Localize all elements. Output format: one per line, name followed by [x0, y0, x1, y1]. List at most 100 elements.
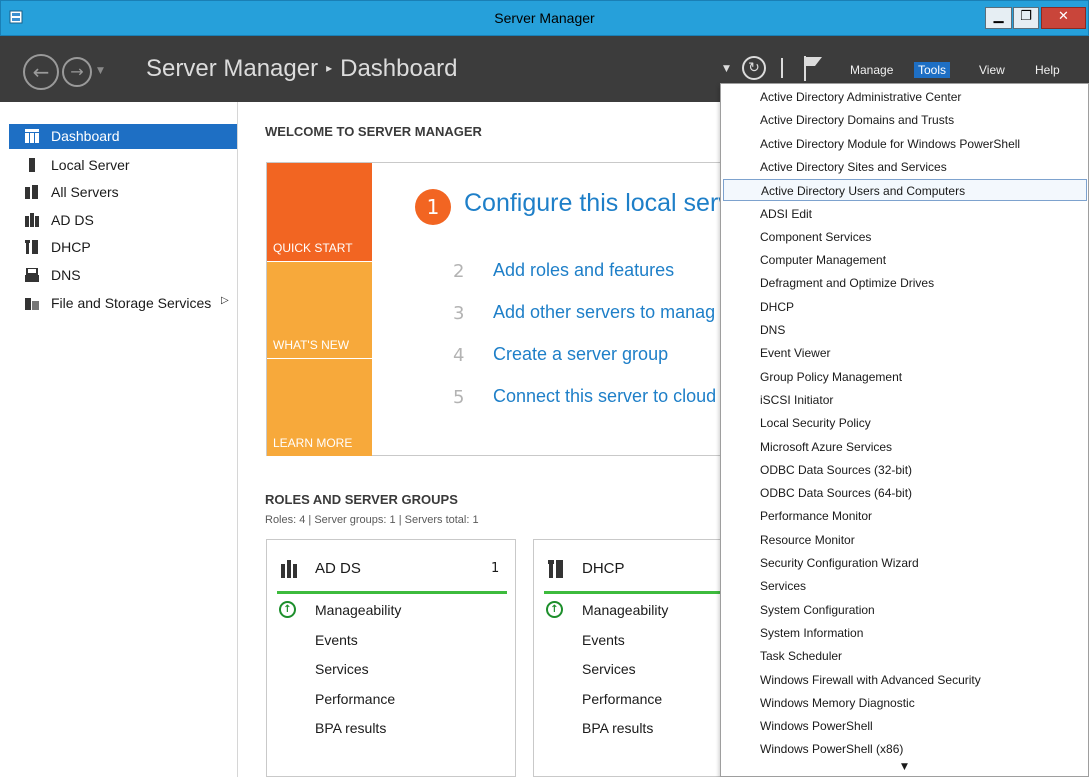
tools-menu-item[interactable]: Performance Monitor: [723, 505, 1087, 527]
breadcrumb-root[interactable]: Server Manager: [146, 55, 318, 82]
dns-icon: [25, 268, 39, 282]
roles-title: ROLES AND SERVER GROUPS: [265, 492, 458, 507]
tools-menu-item[interactable]: Microsoft Azure Services: [723, 436, 1087, 458]
tools-menu-item-label: iSCSI Initiator: [760, 392, 834, 407]
sidebar-item-all-servers[interactable]: All Servers: [9, 180, 237, 205]
tools-menu-item[interactable]: Group Policy Management: [723, 366, 1087, 388]
step-5-link[interactable]: Connect this server to cloud: [493, 386, 716, 407]
scroll-down-icon[interactable]: ▼: [901, 762, 908, 772]
tools-menu-item[interactable]: Windows PowerShell (x86): [723, 738, 1087, 760]
card-services[interactable]: Services: [315, 661, 369, 677]
step-4-link[interactable]: Create a server group: [493, 344, 668, 365]
tools-menu-item[interactable]: System Configuration: [723, 599, 1087, 621]
card-services[interactable]: Services: [582, 661, 636, 677]
tools-menu-item-label: System Information: [760, 625, 864, 640]
card-manageability[interactable]: Manageability: [315, 602, 401, 618]
menu-view[interactable]: View: [975, 62, 1009, 78]
card-performance[interactable]: Performance: [582, 691, 662, 707]
tile-learn-more[interactable]: LEARN MORE: [267, 358, 372, 456]
sidebar-item-file-storage[interactable]: File and Storage Services ▷: [9, 291, 237, 316]
tools-menu-item[interactable]: ODBC Data Sources (32-bit): [723, 459, 1087, 481]
tools-menu-item[interactable]: DNS: [723, 319, 1087, 341]
tools-menu-item[interactable]: Defragment and Optimize Drives: [723, 272, 1087, 294]
menu-manage[interactable]: Manage: [846, 62, 897, 78]
tools-menu-item[interactable]: Active Directory Module for Windows Powe…: [723, 133, 1087, 155]
tools-menu-item[interactable]: Event Viewer: [723, 342, 1087, 364]
tools-menu-item-label: Local Security Policy: [760, 416, 871, 431]
sidebar-item-ad-ds[interactable]: AD DS: [9, 208, 237, 233]
tools-menu-item-label: Active Directory Administrative Center: [760, 90, 962, 104]
card-bpa-results[interactable]: BPA results: [582, 720, 653, 736]
forward-button[interactable]: →: [62, 57, 92, 87]
minimize-button[interactable]: ▁: [985, 7, 1012, 29]
tools-menu-item[interactable]: Active Directory Domains and Trusts: [723, 109, 1087, 131]
tools-menu-item[interactable]: Resource Monitor: [723, 529, 1087, 551]
tile-quick-start[interactable]: QUICK START: [267, 163, 372, 261]
tools-menu-item[interactable]: System Information: [723, 622, 1087, 644]
card-events[interactable]: Events: [315, 632, 358, 648]
menu-tools[interactable]: Tools: [914, 62, 951, 78]
menu-help[interactable]: Help: [1031, 62, 1064, 78]
expand-arrow-icon[interactable]: ▷: [221, 295, 229, 306]
tile-label: WHAT'S NEW: [273, 338, 350, 352]
step-2-link[interactable]: Add roles and features: [493, 260, 674, 281]
step-5-number: 5: [453, 387, 465, 408]
card-events[interactable]: Events: [582, 632, 625, 648]
restore-icon: ❐: [1020, 9, 1032, 24]
file-storage-icon: [25, 298, 39, 310]
notifications-flag-icon[interactable]: [801, 54, 825, 82]
history-dropdown-icon[interactable]: ▼: [97, 66, 104, 76]
card-title[interactable]: DHCP: [582, 560, 625, 577]
close-icon: ✕: [1058, 9, 1069, 24]
ad-ds-icon: [25, 213, 39, 227]
sidebar-item-label: All Servers: [51, 184, 119, 200]
tools-dropdown-menu: Active Directory Administrative Center Ac…: [720, 83, 1089, 777]
roles-summary: Roles: 4 | Server groups: 1 | Servers to…: [265, 514, 479, 526]
tools-menu-item[interactable]: Windows PowerShell: [723, 715, 1087, 737]
minimize-icon: ▁: [993, 9, 1004, 24]
card-performance[interactable]: Performance: [315, 691, 395, 707]
quick-start-panel: QUICK START WHAT'S NEW LEARN MORE 1 Conf…: [266, 162, 745, 456]
card-bpa-results[interactable]: BPA results: [315, 720, 386, 736]
sidebar-item-label: DHCP: [51, 239, 91, 255]
tools-menu-item[interactable]: Active Directory Administrative Center: [723, 86, 1087, 108]
back-arrow-icon: ←: [32, 60, 50, 84]
tools-menu-item[interactable]: iSCSI Initiator: [723, 389, 1087, 411]
tools-menu-item[interactable]: ADSI Edit: [723, 203, 1087, 225]
card-title[interactable]: AD DS: [315, 560, 361, 577]
tools-menu-item[interactable]: Active Directory Users and Computers: [723, 179, 1087, 202]
tools-menu-item[interactable]: Task Scheduler: [723, 645, 1087, 667]
sidebar-item-label: DNS: [51, 267, 81, 283]
sidebar-item-dhcp[interactable]: DHCP: [9, 235, 237, 260]
tools-menu-item[interactable]: Computer Management: [723, 249, 1087, 271]
header-dropdown-icon[interactable]: ▼: [723, 64, 730, 74]
tools-menu-item[interactable]: Windows Memory Diagnostic: [723, 692, 1087, 714]
tools-menu-item[interactable]: Services: [723, 575, 1087, 597]
tools-menu-item[interactable]: Windows Firewall with Advanced Security: [723, 669, 1087, 691]
tools-menu-item[interactable]: Component Services: [723, 226, 1087, 248]
tools-menu-item-label: Task Scheduler: [760, 649, 843, 664]
sidebar: Dashboard Local Server All Servers AD DS…: [0, 102, 238, 777]
close-button[interactable]: ✕: [1041, 7, 1086, 29]
tools-menu-item-label: Computer Management: [760, 253, 887, 268]
sidebar-item-local-server[interactable]: Local Server: [9, 153, 237, 178]
step-3-link[interactable]: Add other servers to manag: [493, 302, 715, 323]
tools-menu-item-label: Resource Monitor: [760, 532, 855, 547]
breadcrumb-separator-icon: ▸: [326, 61, 333, 75]
refresh-icon[interactable]: ↻: [742, 56, 766, 80]
back-button[interactable]: ←: [23, 54, 59, 90]
maximize-button[interactable]: ❐: [1013, 7, 1039, 29]
sidebar-item-dns[interactable]: DNS: [9, 263, 237, 288]
sidebar-item-dashboard[interactable]: Dashboard: [9, 124, 237, 149]
tools-menu-item[interactable]: Security Configuration Wizard: [723, 552, 1087, 574]
card-manageability[interactable]: Manageability: [582, 602, 668, 618]
tools-menu-item-label: Defragment and Optimize Drives: [760, 276, 935, 291]
tools-menu-item[interactable]: Active Directory Sites and Services: [723, 156, 1087, 178]
tile-whats-new[interactable]: WHAT'S NEW: [267, 261, 372, 358]
tools-menu-item[interactable]: Local Security Policy: [723, 412, 1087, 434]
tile-label: LEARN MORE: [273, 436, 353, 450]
tools-menu-item-label: Active Directory Sites and Services: [760, 159, 947, 174]
step-1-link[interactable]: Configure this local serve: [464, 189, 745, 218]
tools-menu-item[interactable]: ODBC Data Sources (64-bit): [723, 482, 1087, 504]
tools-menu-item[interactable]: DHCP: [723, 296, 1087, 318]
